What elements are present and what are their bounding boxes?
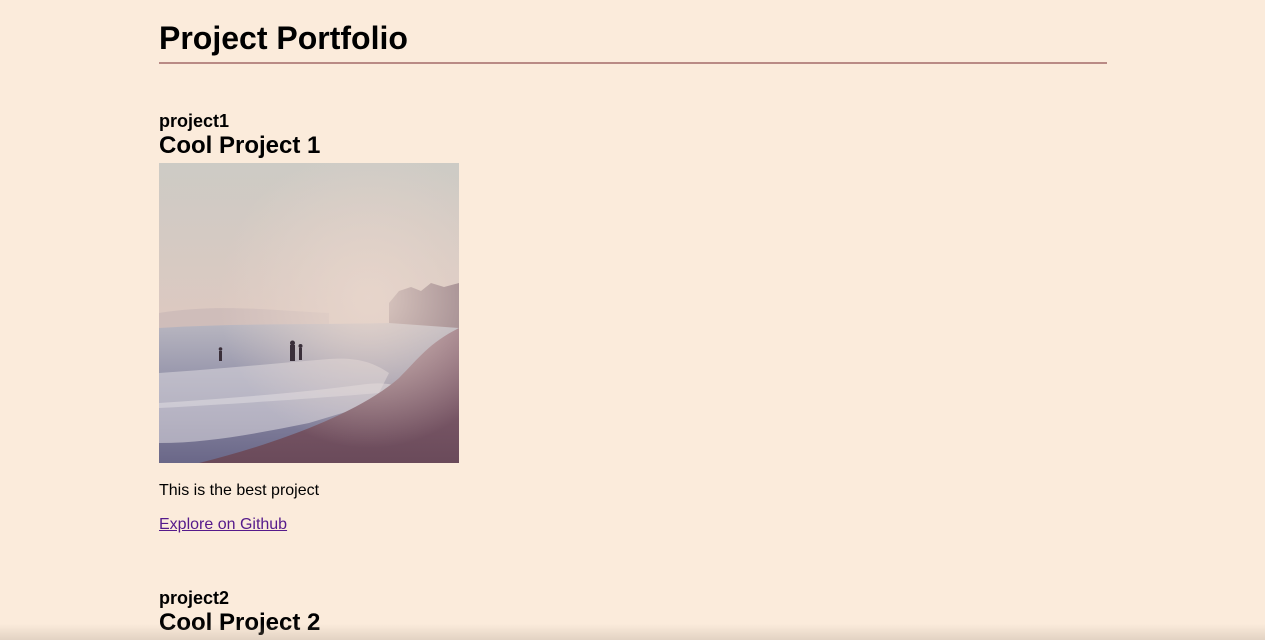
github-link[interactable]: Explore on Github	[159, 515, 287, 535]
project-card: project1 Cool Project 1 This is the best…	[159, 110, 459, 535]
project-id: project1	[159, 111, 230, 131]
project-id: project2	[159, 588, 230, 608]
portfolio-page: Project Portfolio project1 Cool Project …	[0, 0, 1265, 640]
project-name: Cool Project 1	[159, 132, 321, 159]
page-title: Project Portfolio	[159, 0, 1107, 64]
project-image	[159, 163, 459, 463]
project-card: project2 Cool Project 2	[159, 587, 320, 637]
project-name: Cool Project 2	[159, 609, 321, 636]
main-container: Project Portfolio project1 Cool Project …	[159, 0, 1107, 636]
project-description: This is the best project	[159, 482, 320, 499]
